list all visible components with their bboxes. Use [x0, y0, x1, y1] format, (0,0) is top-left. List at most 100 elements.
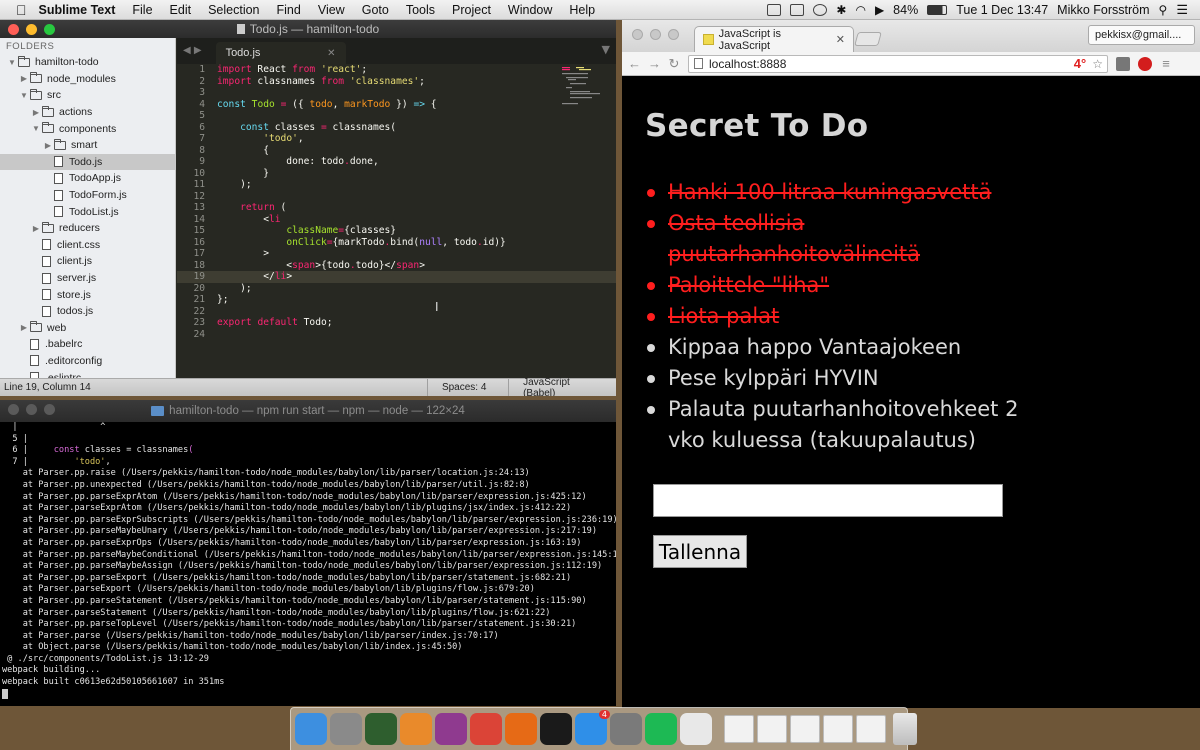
trash-icon[interactable] — [893, 713, 917, 745]
menu-help[interactable]: Help — [569, 3, 595, 17]
menu-project[interactable]: Project — [452, 3, 491, 17]
notification-center-icon[interactable]: ☰ — [1176, 2, 1188, 18]
code-line[interactable]: 10 } — [177, 168, 616, 180]
code-line[interactable]: 2 import classnames from 'classnames'; — [177, 76, 616, 88]
dashboard-icon[interactable] — [365, 713, 397, 745]
sidebar-item-hamilton-todo[interactable]: ▼ hamilton-todo — [0, 54, 175, 71]
sidebar-item-reducers[interactable]: ▶ reducers — [0, 220, 175, 237]
sidebar-item-client-css[interactable]: client.css — [0, 237, 175, 254]
sidebar-item-todoapp-js[interactable]: TodoApp.js — [0, 170, 175, 187]
profile-button[interactable]: pekkisx@gmail.... — [1088, 25, 1195, 45]
spotlight-icon[interactable]: ⚲ — [1159, 3, 1168, 17]
sidebar-item-actions[interactable]: ▶ actions — [0, 104, 175, 121]
sidebar-item-components[interactable]: ▼ components — [0, 120, 175, 137]
terminal-titlebar[interactable]: hamilton-todo — npm run start — npm — no… — [0, 400, 616, 422]
sidebar-item-client-js[interactable]: client.js — [0, 253, 175, 270]
code-line[interactable]: 21}; — [177, 294, 616, 306]
browser-tab[interactable]: JavaScript is JavaScript ✕ — [694, 26, 854, 52]
zoom-window-button[interactable] — [44, 404, 55, 415]
disclosure-triangle-icon[interactable]: ▼ — [6, 58, 18, 67]
document-thumb-icon[interactable] — [757, 715, 787, 743]
zoom-window-button[interactable] — [668, 29, 679, 40]
bookmark-star-icon[interactable]: ☆ — [1092, 57, 1107, 71]
sidebar-item-todolist-js[interactable]: TodoList.js — [0, 203, 175, 220]
extension-icon[interactable] — [1116, 56, 1130, 71]
disclosure-triangle-icon[interactable]: ▶ — [30, 108, 42, 117]
apple-icon[interactable]:  — [16, 2, 27, 18]
disclosure-triangle-icon[interactable]: ▼ — [30, 124, 42, 133]
tab-nav-arrows-icon[interactable]: ◀ ▶ — [177, 45, 208, 64]
menubar-user[interactable]: Mikko Forsström — [1057, 3, 1149, 17]
todo-item[interactable]: Kippaa happo Vantaajokeen — [645, 332, 1025, 363]
sidebar-item-node-modules[interactable]: ▶ node_modules — [0, 71, 175, 88]
code-line[interactable]: 12 — [177, 191, 616, 203]
code-line[interactable]: 14 < li — [177, 214, 616, 226]
zoom-window-button[interactable] — [44, 24, 55, 35]
code-line[interactable]: 23 export default Todo; — [177, 317, 616, 329]
code-line[interactable]: 11 ); — [177, 179, 616, 191]
menu-app-name[interactable]: Sublime Text — [39, 3, 116, 17]
close-tab-icon[interactable]: ✕ — [836, 33, 845, 46]
sidebar-item-smart[interactable]: ▶ smart — [0, 137, 175, 154]
sidebar-item--editorconfig[interactable]: .editorconfig — [0, 353, 175, 370]
sidebar-item--eslintrc[interactable]: .eslintrc — [0, 369, 175, 378]
todo-item[interactable]: Liota palat — [645, 301, 1025, 332]
menu-goto[interactable]: Goto — [362, 3, 389, 17]
code-line[interactable]: 4 const Todo = ({ todo, markTodo }) => { — [177, 99, 616, 111]
terminal-output[interactable]: | ^ 5 | 6 | const classes = classnames( … — [0, 422, 616, 706]
spotify-icon[interactable] — [645, 713, 677, 745]
disclosure-triangle-icon[interactable]: ▶ — [42, 141, 54, 150]
disclosure-triangle-icon[interactable]: ▶ — [18, 323, 30, 332]
todo-item[interactable]: Paloittele "liha" — [645, 270, 1025, 301]
code-line[interactable]: 17 > — [177, 248, 616, 260]
syntax-setting[interactable]: JavaScript (Babel) — [508, 377, 616, 396]
back-icon[interactable]: ← — [628, 56, 641, 71]
todo-item[interactable]: Palauta puutarhanhoitovehkeet 2 vko kulu… — [645, 394, 1025, 456]
menu-window[interactable]: Window — [508, 3, 552, 17]
sidebar-item-store-js[interactable]: store.js — [0, 286, 175, 303]
code-line[interactable]: 16 onClick = {markTodo. bind(null, todo. id)… — [177, 237, 616, 249]
sidebar-item-server-js[interactable]: server.js — [0, 270, 175, 287]
sublime-titlebar[interactable]: Todo.js — hamilton-todo — [0, 20, 616, 38]
todo-item[interactable]: Pese kylppäri HYVIN — [645, 363, 1025, 394]
finder-icon[interactable] — [295, 713, 327, 745]
code-line[interactable]: 9 done: todo. done, — [177, 156, 616, 168]
code-area[interactable]: 1 import React from 'react'; 2 import class… — [177, 64, 616, 378]
reload-icon[interactable]: ↻ — [668, 56, 680, 72]
code-line[interactable]: 7 'todo', — [177, 133, 616, 145]
close-window-button[interactable] — [8, 404, 19, 415]
minimize-window-button[interactable] — [650, 29, 661, 40]
tab-todo-js[interactable]: Todo.js ✕ — [215, 42, 346, 64]
extension-icon[interactable] — [790, 3, 805, 16]
menu-edit[interactable]: Edit — [170, 3, 192, 17]
bluetooth-icon[interactable]: ✱ — [836, 3, 846, 17]
launchpad-icon[interactable] — [330, 713, 362, 745]
menu-file[interactable]: File — [132, 3, 152, 17]
forward-icon[interactable]: → — [648, 56, 661, 71]
sidebar-item-todoform-js[interactable]: TodoForm.js — [0, 187, 175, 204]
code-line[interactable]: 22 — [177, 306, 616, 318]
terminal-prompt[interactable] — [2, 688, 616, 701]
menubar-clock[interactable]: Tue 1 Dec 13:47 — [956, 3, 1048, 17]
document-thumb-icon[interactable] — [823, 715, 853, 743]
disclosure-triangle-icon[interactable]: ▼ — [18, 91, 30, 100]
todo-item[interactable]: Hanki 100 litraa kuningasvettä — [645, 177, 1025, 208]
adblock-icon[interactable] — [1138, 56, 1152, 71]
address-bar[interactable]: localhost:8888 4° ☆ — [688, 54, 1108, 73]
firefox-icon[interactable] — [505, 713, 537, 745]
code-line[interactable]: 3 — [177, 87, 616, 99]
app-store-icon[interactable]: 4 — [575, 710, 610, 745]
code-line[interactable]: 20 ); — [177, 283, 616, 295]
sidebar-item--babelrc[interactable]: .babelrc — [0, 336, 175, 353]
chrome-menu-icon[interactable]: ≡ — [1160, 56, 1172, 71]
code-line[interactable]: 19 </li > — [177, 271, 616, 283]
code-line[interactable]: 8 { — [177, 145, 616, 157]
document-thumb-icon[interactable] — [790, 715, 820, 743]
disclosure-triangle-icon[interactable]: ▶ — [30, 224, 42, 233]
globe-app-icon[interactable] — [435, 713, 467, 745]
menu-tools[interactable]: Tools — [406, 3, 435, 17]
close-window-button[interactable] — [8, 24, 19, 35]
document-thumb-icon[interactable] — [724, 715, 754, 743]
code-line[interactable]: 1 import React from 'react'; — [177, 64, 616, 76]
sidebar-item-web[interactable]: ▶ web — [0, 320, 175, 337]
